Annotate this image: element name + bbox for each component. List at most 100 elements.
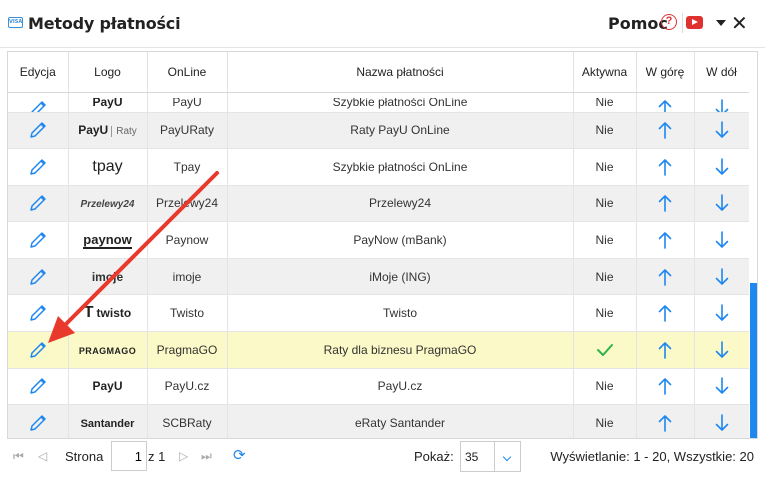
move-up-cell[interactable] bbox=[636, 368, 695, 406]
help-icon[interactable]: ? bbox=[661, 14, 677, 30]
move-up-cell[interactable] bbox=[636, 92, 695, 113]
move-down-button[interactable] bbox=[714, 98, 730, 111]
column-header-active[interactable]: Aktywna bbox=[573, 52, 637, 93]
move-up-cell[interactable] bbox=[636, 404, 695, 438]
active-cell: Nie bbox=[573, 258, 637, 296]
edit-button[interactable] bbox=[27, 268, 49, 285]
edit-cell[interactable] bbox=[8, 185, 69, 223]
logo-cell: PayU bbox=[68, 92, 148, 113]
edit-button[interactable] bbox=[27, 122, 49, 139]
move-down-cell[interactable] bbox=[694, 92, 750, 113]
move-up-button[interactable] bbox=[657, 305, 673, 323]
last-page-icon[interactable]: ⏭ bbox=[201, 449, 212, 464]
page-number-input[interactable] bbox=[111, 441, 147, 471]
move-up-button[interactable] bbox=[657, 378, 673, 396]
active-value: Nie bbox=[595, 97, 614, 109]
caret-down-icon[interactable] bbox=[716, 20, 726, 26]
edit-button[interactable] bbox=[27, 378, 49, 395]
column-header-edit[interactable]: Edycja bbox=[8, 52, 69, 93]
move-up-button[interactable] bbox=[657, 415, 673, 432]
move-down-cell[interactable] bbox=[694, 185, 750, 223]
table-row[interactable]: tpay Tpay Szybkie płatności OnLine Nie bbox=[8, 148, 750, 186]
move-up-button[interactable] bbox=[657, 159, 673, 176]
grid-header: Edycja Logo OnLine Nazwa płatności Aktyw… bbox=[8, 52, 750, 93]
move-down-cell[interactable] bbox=[694, 221, 750, 259]
table-row[interactable]: PayU Raty PayURaty Raty PayU OnLine Nie bbox=[8, 112, 750, 150]
close-icon[interactable]: ✕ bbox=[731, 13, 748, 33]
move-down-button[interactable] bbox=[714, 341, 730, 358]
name-cell: Raty PayU OnLine bbox=[227, 112, 574, 150]
scrollbar-thumb[interactable] bbox=[750, 283, 757, 438]
edit-button[interactable] bbox=[27, 195, 49, 212]
table-row[interactable]: Ttwisto Twisto Twisto Nie bbox=[8, 294, 750, 333]
move-down-button[interactable] bbox=[714, 304, 730, 322]
edit-cell[interactable] bbox=[8, 404, 69, 438]
move-down-button[interactable] bbox=[714, 231, 730, 248]
online-cell: SCBRaty bbox=[147, 404, 228, 438]
edit-cell[interactable] bbox=[8, 368, 69, 406]
edit-button[interactable] bbox=[27, 342, 49, 358]
column-header-name[interactable]: Nazwa płatności bbox=[227, 52, 574, 93]
table-row[interactable]: PayU PayU.cz PayU.cz Nie bbox=[8, 368, 750, 406]
move-down-button[interactable] bbox=[714, 267, 730, 285]
table-row[interactable]: PayU PayU Szybkie płatności OnLine Nie bbox=[8, 92, 750, 113]
table-row[interactable]: imoje imoje iMoje (ING) Nie bbox=[8, 258, 750, 296]
table-row-selected[interactable]: PRAGMAGO PragmaGO Raty dla biznesu PragmaG… bbox=[8, 331, 750, 369]
edit-cell[interactable] bbox=[8, 112, 69, 150]
move-down-cell[interactable] bbox=[694, 258, 750, 296]
move-up-cell[interactable] bbox=[636, 148, 695, 186]
move-up-cell[interactable] bbox=[636, 112, 695, 150]
move-up-cell[interactable] bbox=[636, 294, 695, 333]
payment-name: Twisto bbox=[382, 306, 417, 321]
column-header-up[interactable]: W górę bbox=[636, 52, 695, 93]
move-up-button[interactable] bbox=[657, 99, 673, 111]
table-row[interactable]: Santander SCBRaty eRaty Santander Nie bbox=[8, 404, 750, 438]
edit-cell[interactable] bbox=[8, 148, 69, 186]
page-size-select[interactable]: 35 bbox=[460, 441, 521, 472]
move-down-button[interactable] bbox=[714, 377, 730, 395]
move-down-cell[interactable] bbox=[694, 112, 750, 150]
move-up-button[interactable] bbox=[657, 195, 673, 213]
edit-button[interactable] bbox=[27, 415, 49, 431]
table-row[interactable]: Przelewy24 Przelewy24 Przelewy24 Nie bbox=[8, 185, 750, 223]
move-down-button[interactable] bbox=[714, 158, 730, 175]
move-up-button[interactable] bbox=[657, 232, 673, 249]
table-row[interactable]: paynow Paynow PayNow (mBank) Nie bbox=[8, 221, 750, 259]
prev-page-icon[interactable]: ◁ bbox=[38, 449, 47, 463]
first-page-icon[interactable]: ⏮ bbox=[13, 449, 24, 464]
move-down-cell[interactable] bbox=[694, 368, 750, 406]
move-down-cell[interactable] bbox=[694, 294, 750, 333]
column-header-online[interactable]: OnLine bbox=[147, 52, 228, 93]
edit-cell[interactable] bbox=[8, 331, 69, 369]
move-up-cell[interactable] bbox=[636, 185, 695, 223]
move-up-cell[interactable] bbox=[636, 221, 695, 259]
edit-cell[interactable] bbox=[8, 221, 69, 259]
move-up-button[interactable] bbox=[657, 122, 673, 140]
move-up-cell[interactable] bbox=[636, 331, 695, 369]
move-down-button[interactable] bbox=[714, 121, 730, 139]
edit-button[interactable] bbox=[27, 100, 49, 111]
move-up-button[interactable] bbox=[657, 342, 673, 359]
move-down-button[interactable] bbox=[714, 194, 730, 212]
move-down-cell[interactable] bbox=[694, 148, 750, 186]
edit-cell[interactable] bbox=[8, 92, 69, 113]
pencil-icon bbox=[30, 268, 46, 285]
move-down-cell[interactable] bbox=[694, 331, 750, 369]
refresh-icon[interactable]: ⟳ bbox=[233, 446, 246, 464]
help-link[interactable]: Pomoc bbox=[608, 14, 668, 33]
move-up-cell[interactable] bbox=[636, 258, 695, 296]
youtube-icon[interactable] bbox=[686, 16, 703, 29]
name-cell: Twisto bbox=[227, 294, 574, 333]
move-down-cell[interactable] bbox=[694, 404, 750, 438]
edit-button[interactable] bbox=[27, 159, 49, 175]
next-page-icon[interactable]: ▷ bbox=[179, 449, 188, 463]
column-header-down[interactable]: W dół bbox=[694, 52, 750, 93]
edit-button[interactable] bbox=[27, 305, 49, 322]
column-header-logo[interactable]: Logo bbox=[68, 52, 148, 93]
edit-cell[interactable] bbox=[8, 294, 69, 333]
edit-button[interactable] bbox=[27, 232, 49, 248]
chevron-down-icon[interactable] bbox=[494, 442, 521, 471]
move-up-button[interactable] bbox=[657, 268, 673, 286]
edit-cell[interactable] bbox=[8, 258, 69, 296]
move-down-button[interactable] bbox=[714, 414, 730, 431]
